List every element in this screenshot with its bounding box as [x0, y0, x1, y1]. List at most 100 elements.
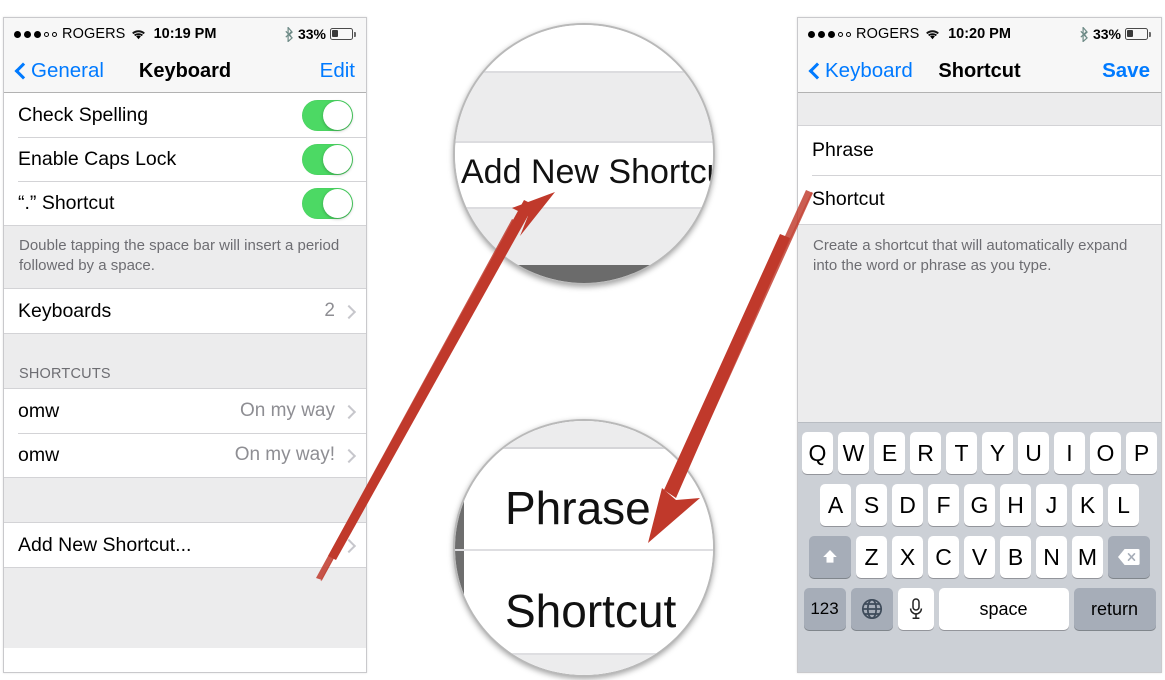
- key-r[interactable]: R: [910, 432, 941, 474]
- key-z[interactable]: Z: [856, 536, 887, 578]
- back-button-keyboard[interactable]: Keyboard: [809, 59, 913, 83]
- key-n[interactable]: N: [1036, 536, 1067, 578]
- space-key[interactable]: space: [938, 588, 1069, 630]
- row-label: omw: [18, 443, 60, 466]
- status-bar-right: 33%: [1080, 26, 1151, 42]
- key-u[interactable]: U: [1018, 432, 1049, 474]
- key-l[interactable]: L: [1108, 484, 1139, 526]
- keyboard-row-2: ASDFGHJKL: [801, 484, 1158, 526]
- magnifier-content: Phrase Shortcut: [455, 421, 713, 675]
- row-label: Check Spelling: [18, 103, 149, 126]
- row-check-spelling[interactable]: Check Spelling: [4, 93, 366, 137]
- add-new-shortcut-row[interactable]: Add New Shortcut...: [4, 523, 366, 567]
- status-bar-right: 33%: [285, 26, 356, 42]
- shortcut-field[interactable]: Shortcut: [798, 175, 1161, 224]
- shortcut-form-footnote: Create a shortcut that will automaticall…: [798, 225, 1161, 299]
- globe-emoji-icon[interactable]: [850, 588, 893, 630]
- signal-strength-dots-icon: [808, 30, 851, 38]
- right-phone-screen: ROGERS 10:20 PM 33% Keyboard Shortcut Sa…: [797, 17, 1162, 673]
- battery-percent-label: 33%: [1092, 26, 1121, 42]
- status-bar: ROGERS 10:19 PM 33%: [4, 18, 366, 50]
- row-keyboards[interactable]: Keyboards 2: [4, 289, 366, 333]
- key-b[interactable]: B: [1000, 536, 1031, 578]
- phrase-field-placeholder: Phrase: [812, 139, 874, 161]
- section-header-shortcuts: SHORTCUTS: [4, 358, 366, 388]
- key-j[interactable]: J: [1036, 484, 1067, 526]
- keyboard-row-1: QWERTYUIOP: [801, 432, 1158, 474]
- magnifier-content: Add New Shortcut.: [455, 25, 713, 283]
- navigation-bar: General Keyboard Edit: [4, 50, 366, 93]
- key-t[interactable]: T: [946, 432, 977, 474]
- key-c[interactable]: C: [928, 536, 959, 578]
- battery-icon: [1125, 28, 1151, 40]
- keyboard-row-3: ZXCVBNM: [801, 536, 1158, 578]
- key-m[interactable]: M: [1072, 536, 1103, 578]
- microphone-icon[interactable]: [897, 588, 934, 630]
- magnifier-label-top: Phrase: [505, 482, 651, 534]
- key-w[interactable]: W: [838, 432, 869, 474]
- keyboard-row-4: 123 space return: [801, 588, 1158, 630]
- toggle-check-spelling[interactable]: [302, 99, 353, 131]
- row-shortcut-omw-2[interactable]: omw On my way!: [4, 433, 366, 477]
- key-v[interactable]: V: [964, 536, 995, 578]
- toggle-period-shortcut[interactable]: [302, 187, 353, 219]
- key-k[interactable]: K: [1072, 484, 1103, 526]
- row-period-shortcut[interactable]: “.” Shortcut: [4, 181, 366, 225]
- toggles-group: Check Spelling Enable Caps Lock “.” Shor…: [4, 93, 366, 226]
- row-value: 2: [324, 300, 335, 321]
- key-s[interactable]: S: [856, 484, 887, 526]
- row-shortcut-omw-1[interactable]: omw On my way: [4, 389, 366, 433]
- key-d[interactable]: D: [892, 484, 923, 526]
- chevron-left-icon: [15, 62, 25, 80]
- row-label: Add New Shortcut...: [18, 533, 192, 556]
- key-f[interactable]: F: [928, 484, 959, 526]
- shift-key[interactable]: [809, 536, 851, 578]
- row-enable-caps-lock[interactable]: Enable Caps Lock: [4, 137, 366, 181]
- add-shortcut-group: Add New Shortcut...: [4, 522, 366, 568]
- save-button[interactable]: Save: [1102, 59, 1150, 83]
- toggle-enable-caps-lock[interactable]: [302, 143, 353, 175]
- key-o[interactable]: O: [1090, 432, 1121, 474]
- key-p[interactable]: P: [1126, 432, 1157, 474]
- row-value: On my way!: [234, 444, 335, 465]
- form-top-gap: [798, 93, 1161, 125]
- chevron-right-icon: [344, 448, 353, 463]
- key-g[interactable]: G: [964, 484, 995, 526]
- settings-table: Check Spelling Enable Caps Lock “.” Shor…: [4, 93, 366, 648]
- carrier-name: ROGERS: [856, 26, 920, 42]
- key-x[interactable]: X: [892, 536, 923, 578]
- back-button-label: General: [31, 59, 104, 82]
- delete-key[interactable]: [1108, 536, 1150, 578]
- signal-strength-dots-icon: [14, 30, 57, 38]
- form-bottom-space: [798, 299, 1161, 425]
- key-q[interactable]: Q: [802, 432, 833, 474]
- row-label: Keyboards: [18, 299, 112, 322]
- navigation-bar: Keyboard Shortcut Save: [798, 50, 1161, 93]
- back-button-general[interactable]: General: [15, 59, 104, 83]
- shortcut-form-table: Phrase Shortcut Create a shortcut that w…: [798, 93, 1161, 425]
- key-a[interactable]: A: [820, 484, 851, 526]
- phrase-field[interactable]: Phrase: [798, 126, 1161, 175]
- onscreen-keyboard: QWERTYUIOP ASDFGHJKL ZXCVBNM 123 space r…: [798, 422, 1161, 672]
- battery-percent-label: 33%: [297, 26, 326, 42]
- period-shortcut-footnote: Double tapping the space bar will insert…: [4, 226, 366, 288]
- numbers-key[interactable]: 123: [803, 588, 846, 630]
- shortcuts-group: omw On my way omw On my way!: [4, 388, 366, 478]
- wifi-icon: [131, 28, 146, 40]
- row-label: “.” Shortcut: [18, 191, 115, 214]
- edit-button[interactable]: Edit: [320, 59, 355, 83]
- key-e[interactable]: E: [874, 432, 905, 474]
- key-y[interactable]: Y: [982, 432, 1013, 474]
- shortcut-field-placeholder: Shortcut: [812, 188, 885, 210]
- form-fields-group: Phrase Shortcut: [798, 125, 1161, 225]
- chevron-left-icon: [809, 62, 819, 80]
- return-key[interactable]: return: [1073, 588, 1156, 630]
- magnifier-label-bottom: Shortcut: [505, 585, 677, 637]
- chevron-right-icon: [344, 404, 353, 419]
- left-phone-screen: ROGERS 10:19 PM 33% General Keyboard Edi…: [3, 17, 367, 673]
- table-bottom-space: [4, 568, 366, 648]
- key-i[interactable]: I: [1054, 432, 1085, 474]
- chevron-right-icon: [344, 304, 353, 319]
- section-gap: [4, 334, 366, 358]
- key-h[interactable]: H: [1000, 484, 1031, 526]
